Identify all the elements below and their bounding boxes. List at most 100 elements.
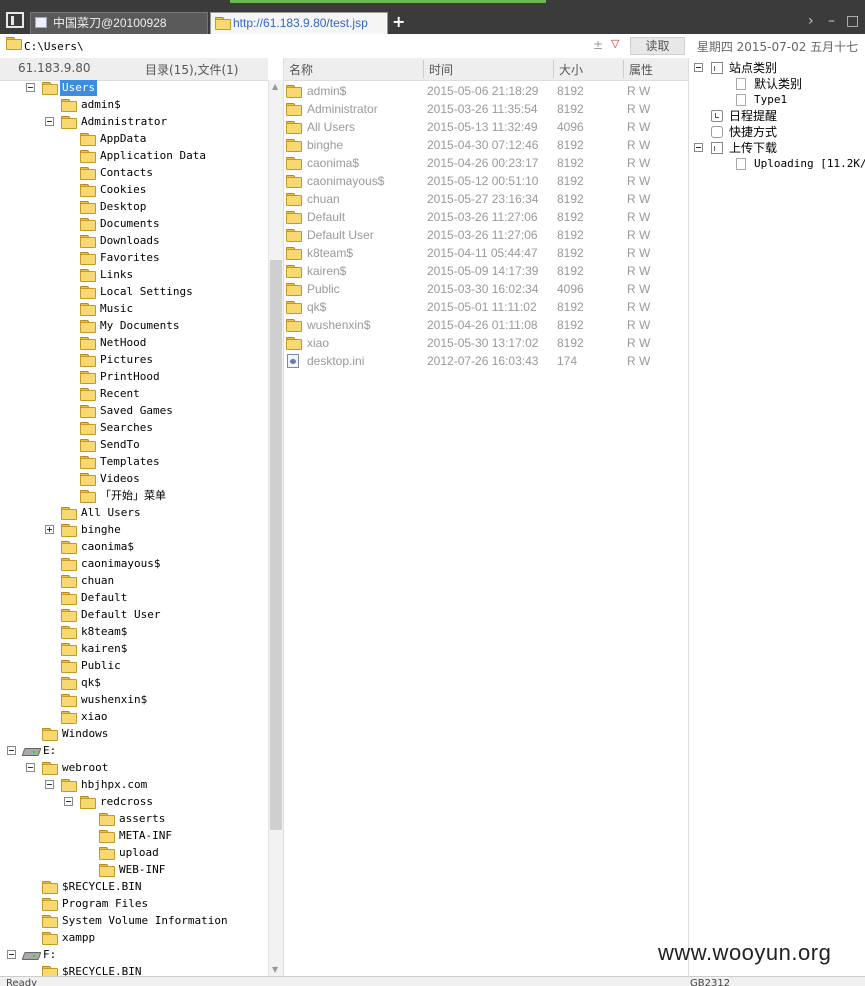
tree-node[interactable]: Saved Games bbox=[0, 402, 268, 419]
tree-node[interactable]: $RECYCLE.BIN bbox=[0, 878, 268, 895]
tree-node[interactable]: Desktop bbox=[0, 198, 268, 215]
collapse-icon[interactable] bbox=[64, 797, 73, 806]
tree-scrollbar[interactable]: ▲ ▼ bbox=[268, 80, 283, 976]
tree-node[interactable]: Local Settings bbox=[0, 283, 268, 300]
sidebar-tree-item[interactable]: Uploading [11.2K/s] bbox=[689, 156, 865, 172]
app-icon[interactable] bbox=[6, 12, 24, 28]
column-time[interactable]: 时间 bbox=[429, 61, 453, 78]
tree-node[interactable]: wushenxin$ bbox=[0, 691, 268, 708]
tree-node[interactable]: AppData bbox=[0, 130, 268, 147]
collapse-icon[interactable] bbox=[45, 117, 54, 126]
tree-node[interactable]: caonimayous$ bbox=[0, 555, 268, 572]
tree-node[interactable]: redcross bbox=[0, 793, 268, 810]
collapse-icon[interactable] bbox=[26, 763, 35, 772]
tab-main[interactable]: 中国菜刀@20100928 bbox=[30, 12, 208, 34]
tree-node[interactable]: NetHood bbox=[0, 334, 268, 351]
column-name[interactable]: 名称 bbox=[289, 61, 313, 78]
tree-node[interactable]: Links bbox=[0, 266, 268, 283]
file-row[interactable]: Default User 2015-03-26 11:27:06 8192 R W bbox=[284, 226, 689, 244]
sidebar-tree-item[interactable]: 上传下载 bbox=[689, 140, 865, 156]
tree-node[interactable]: caonima$ bbox=[0, 538, 268, 555]
collapse-icon[interactable] bbox=[7, 746, 16, 755]
file-row[interactable]: k8team$ 2015-04-11 05:44:47 8192 R W bbox=[284, 244, 689, 262]
sidebar-tree-item[interactable]: 日程提醒 bbox=[689, 108, 865, 124]
tree-node[interactable]: WEB-INF bbox=[0, 861, 268, 878]
tree-node[interactable]: hbjhpx.com bbox=[0, 776, 268, 793]
tree-node[interactable]: Program Files bbox=[0, 895, 268, 912]
column-divider[interactable] bbox=[423, 60, 424, 78]
file-row[interactable]: binghe 2015-04-30 07:12:46 8192 R W bbox=[284, 136, 689, 154]
tree-node[interactable]: Pictures bbox=[0, 351, 268, 368]
column-size[interactable]: 大小 bbox=[559, 61, 583, 78]
file-row[interactable]: chuan 2015-05-27 23:16:34 8192 R W bbox=[284, 190, 689, 208]
tree-node[interactable]: qk$ bbox=[0, 674, 268, 691]
file-row[interactable]: qk$ 2015-05-01 11:11:02 8192 R W bbox=[284, 298, 689, 316]
sidebar-tree-item[interactable]: Type1 bbox=[689, 92, 865, 108]
file-row[interactable]: caonimayous$ 2015-05-12 00:51:10 8192 R W bbox=[284, 172, 689, 190]
tree-node[interactable]: F: bbox=[0, 946, 268, 963]
tree-node[interactable]: E: bbox=[0, 742, 268, 759]
tree-node[interactable]: chuan bbox=[0, 572, 268, 589]
tree-node[interactable]: Recent bbox=[0, 385, 268, 402]
tree-node[interactable]: upload bbox=[0, 844, 268, 861]
tree-node[interactable]: webroot bbox=[0, 759, 268, 776]
file-row[interactable]: desktop.ini 2012-07-26 16:03:43 174 R W bbox=[284, 352, 689, 370]
tree-node[interactable]: asserts bbox=[0, 810, 268, 827]
tree-node[interactable]: SendTo bbox=[0, 436, 268, 453]
column-divider[interactable] bbox=[623, 60, 624, 78]
tree-node[interactable]: META-INF bbox=[0, 827, 268, 844]
file-row[interactable]: admin$ 2015-05-06 21:18:29 8192 R W bbox=[284, 82, 689, 100]
new-tab-button[interactable]: + bbox=[392, 12, 406, 32]
tree-node[interactable]: Public bbox=[0, 657, 268, 674]
tab-test-jsp[interactable]: http://61.183.9.80/test.jsp bbox=[210, 12, 388, 34]
collapse-icon[interactable] bbox=[694, 143, 703, 152]
file-row[interactable]: Administrator 2015-03-26 11:35:54 8192 R W bbox=[284, 100, 689, 118]
tree-node[interactable]: System Volume Information bbox=[0, 912, 268, 929]
read-button[interactable]: 读取 bbox=[630, 37, 685, 55]
tree-node[interactable]: PrintHood bbox=[0, 368, 268, 385]
tree-node[interactable]: Downloads bbox=[0, 232, 268, 249]
sidebar-tree-item[interactable]: 默认类别 bbox=[689, 76, 865, 92]
file-row[interactable]: xiao 2015-05-30 13:17:02 8192 R W bbox=[284, 334, 689, 352]
sidebar-tree-item[interactable]: 快捷方式 bbox=[689, 124, 865, 140]
file-row[interactable]: Default 2015-03-26 11:27:06 8192 R W bbox=[284, 208, 689, 226]
tree-node[interactable]: Templates bbox=[0, 453, 268, 470]
tree-node[interactable]: Administrator bbox=[0, 113, 268, 130]
tree-node[interactable]: Windows bbox=[0, 725, 268, 742]
file-row[interactable]: kairen$ 2015-05-09 14:17:39 8192 R W bbox=[284, 262, 689, 280]
sidebar-tree-item[interactable]: 站点类别 bbox=[689, 60, 865, 76]
tree-node[interactable]: kairen$ bbox=[0, 640, 268, 657]
tree-node[interactable]: binghe bbox=[0, 521, 268, 538]
collapse-icon[interactable] bbox=[694, 63, 703, 72]
tree-node[interactable]: Music bbox=[0, 300, 268, 317]
tree-node[interactable]: Favorites bbox=[0, 249, 268, 266]
path-input[interactable] bbox=[24, 37, 624, 55]
chevron-right-icon[interactable]: › bbox=[808, 12, 814, 30]
tree-node[interactable]: Users bbox=[0, 80, 268, 96]
scroll-up-icon[interactable]: ▲ bbox=[272, 82, 278, 91]
column-divider[interactable] bbox=[553, 60, 554, 78]
tree-node[interactable]: Videos bbox=[0, 470, 268, 487]
maximize-icon[interactable]: □ bbox=[846, 12, 859, 30]
scroll-thumb[interactable] bbox=[270, 260, 282, 830]
collapse-icon[interactable] bbox=[7, 950, 16, 959]
dropdown-icon[interactable]: ▽ bbox=[611, 37, 619, 50]
tree-node[interactable]: admin$ bbox=[0, 96, 268, 113]
tree-node[interactable]: xampp bbox=[0, 929, 268, 946]
tree-node[interactable]: xiao bbox=[0, 708, 268, 725]
tree-node[interactable]: Documents bbox=[0, 215, 268, 232]
tree-node[interactable]: 「开始」菜单 bbox=[0, 487, 268, 504]
column-attr[interactable]: 属性 bbox=[629, 61, 653, 78]
tree-node[interactable]: All Users bbox=[0, 504, 268, 521]
file-row[interactable]: Public 2015-03-30 16:02:34 4096 R W bbox=[284, 280, 689, 298]
collapse-icon[interactable] bbox=[45, 780, 54, 789]
plus-minus-icon[interactable]: ± bbox=[593, 38, 603, 52]
file-row[interactable]: caonima$ 2015-04-26 00:23:17 8192 R W bbox=[284, 154, 689, 172]
minimize-icon[interactable]: – bbox=[828, 12, 835, 30]
tree-node[interactable]: Default User bbox=[0, 606, 268, 623]
file-row[interactable]: wushenxin$ 2015-04-26 01:11:08 8192 R W bbox=[284, 316, 689, 334]
tree-node[interactable]: Default bbox=[0, 589, 268, 606]
scroll-down-icon[interactable]: ▼ bbox=[272, 965, 278, 974]
tree-node[interactable]: $RECYCLE.BIN bbox=[0, 963, 268, 976]
expand-icon[interactable] bbox=[45, 525, 54, 534]
